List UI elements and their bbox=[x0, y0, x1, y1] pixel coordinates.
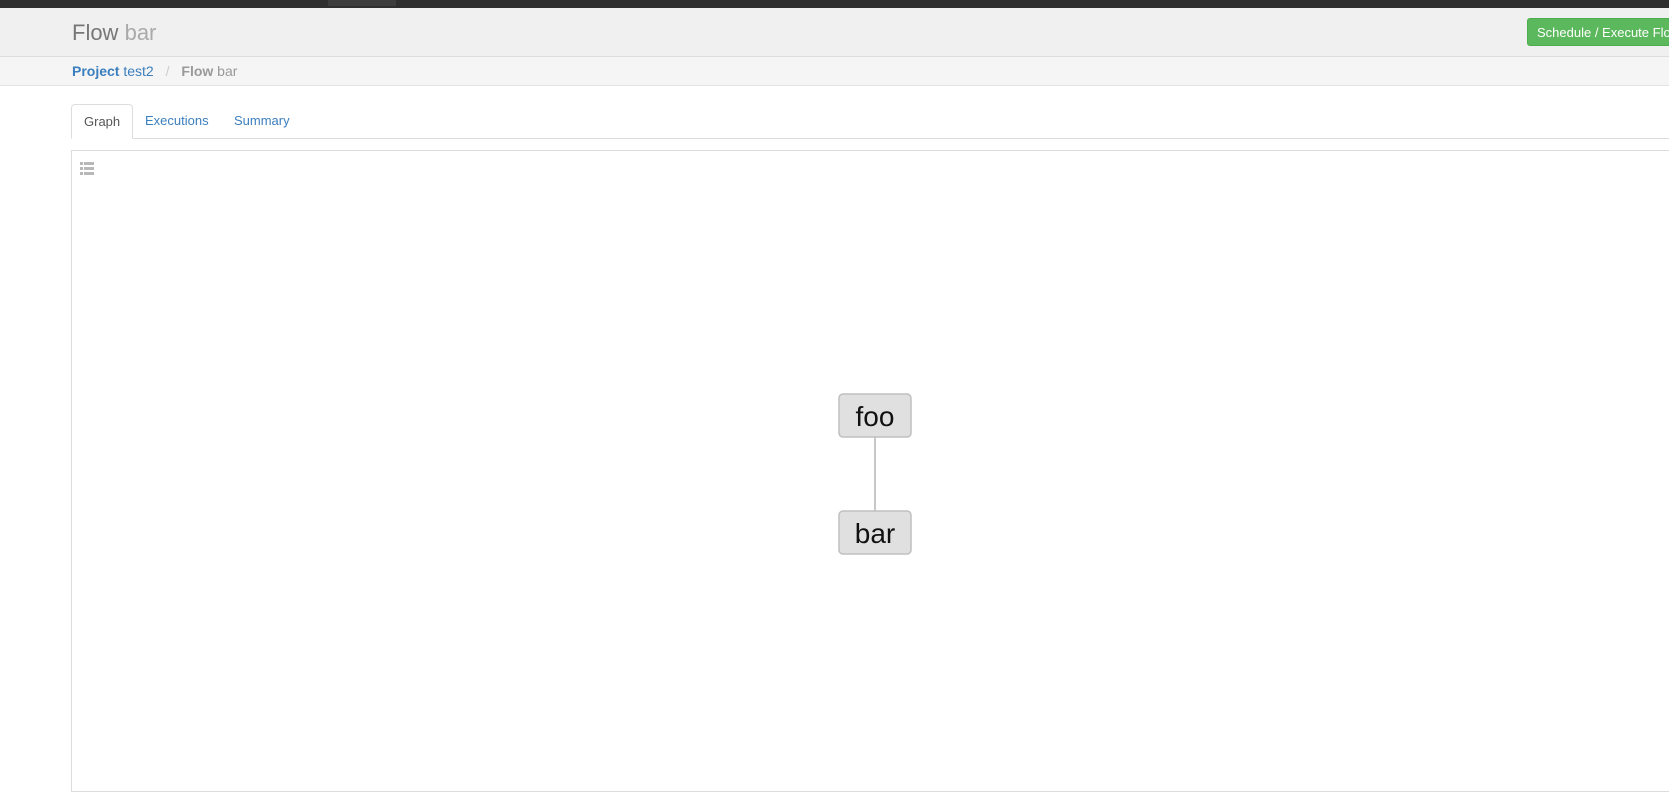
tab-graph[interactable]: Graph bbox=[71, 104, 134, 139]
node-bar-label: bar bbox=[855, 518, 895, 549]
page-title-value: bar bbox=[124, 20, 157, 45]
breadcrumb-flow-value: bar bbox=[217, 63, 238, 79]
tab-executions[interactable]: Executions bbox=[133, 104, 221, 138]
tab-summary[interactable]: Summary bbox=[222, 104, 302, 138]
schedule-flow-button[interactable]: Schedule / Execute Flow bbox=[1527, 18, 1669, 46]
breadcrumb-flow: Flow bar bbox=[181, 63, 237, 79]
breadcrumb: Project test2 / Flow bar bbox=[72, 62, 237, 80]
browser-top-strip bbox=[0, 0, 1669, 8]
breadcrumb-project-link[interactable]: Project test2 bbox=[72, 63, 158, 79]
page-title: Flow bar bbox=[72, 20, 156, 46]
page-title-key: Flow bbox=[72, 20, 119, 45]
page-header: Flow bar Schedule / Execute Flow bbox=[0, 8, 1669, 57]
graph-node-bar[interactable]: bar bbox=[838, 510, 912, 555]
breadcrumb-project-value: test2 bbox=[123, 63, 154, 79]
graph-node-foo[interactable]: foo bbox=[838, 393, 912, 438]
breadcrumb-bar: Project test2 / Flow bar bbox=[0, 57, 1669, 86]
browser-tab-marker bbox=[328, 0, 396, 6]
breadcrumb-separator: / bbox=[165, 63, 170, 79]
node-foo-label: foo bbox=[856, 401, 895, 432]
graph-panel[interactable]: foo bar bbox=[71, 150, 1669, 792]
flow-graph: foo bar bbox=[838, 393, 912, 555]
flow-tabs: Graph Executions Summary bbox=[71, 104, 1669, 139]
breadcrumb-flow-key: Flow bbox=[181, 63, 214, 79]
breadcrumb-project-key: Project bbox=[72, 63, 120, 79]
